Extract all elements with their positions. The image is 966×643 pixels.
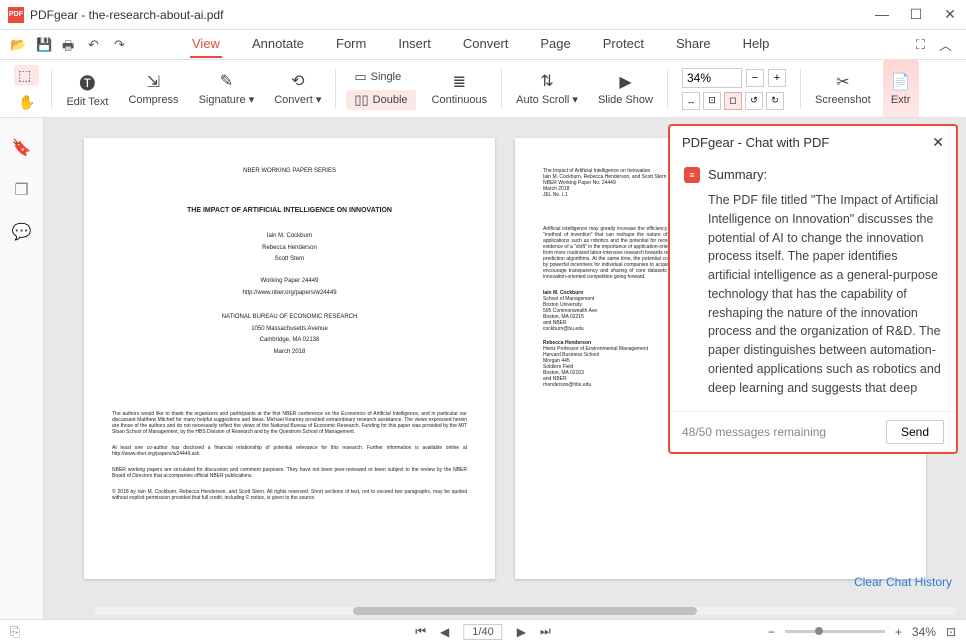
compress-icon: ⇲ bbox=[147, 72, 160, 92]
titlebar: PDF PDFgear - the-research-about-ai.pdf … bbox=[0, 0, 966, 30]
zoom-in-button[interactable]: + bbox=[768, 69, 786, 87]
status-fit-icon[interactable]: ⊡ bbox=[946, 625, 956, 639]
tab-share[interactable]: Share bbox=[674, 31, 713, 58]
chat-title: PDFgear - Chat with PDF bbox=[682, 135, 829, 150]
chat-panel: PDFgear - Chat with PDF ✕ ≡ Summary: The… bbox=[668, 124, 958, 454]
print-icon[interactable]: 🖶 bbox=[62, 37, 78, 53]
window-title: PDFgear - the-research-about-ai.pdf bbox=[30, 8, 874, 22]
continuous-icon: ≣ bbox=[453, 72, 466, 92]
zoom-slider[interactable] bbox=[785, 630, 885, 633]
undo-icon[interactable]: ↶ bbox=[88, 37, 104, 53]
extract-button[interactable]: 📄 Extr bbox=[883, 60, 919, 117]
chat-close-icon[interactable]: ✕ bbox=[932, 134, 944, 151]
comments-icon[interactable]: 💬 bbox=[12, 222, 32, 242]
status-zoom-in-icon[interactable]: + bbox=[895, 625, 902, 639]
page-1: NBER WORKING PAPER SERIES THE IMPACT OF … bbox=[84, 138, 495, 579]
page-number[interactable]: 1/40 bbox=[463, 624, 502, 640]
messages-remaining: 48/50 messages remaining bbox=[682, 425, 826, 439]
status-zoom-value: 34% bbox=[912, 625, 936, 639]
next-page-icon[interactable]: ▶ bbox=[517, 625, 526, 639]
tab-form[interactable]: Form bbox=[334, 31, 368, 58]
fit-actual-icon[interactable]: ◻ bbox=[724, 92, 742, 110]
horizontal-scrollbar[interactable] bbox=[94, 607, 956, 615]
single-icon: ▭ bbox=[354, 69, 366, 85]
bookmark-icon[interactable]: 🔖 bbox=[12, 138, 32, 158]
continuous-button[interactable]: ≣ Continuous bbox=[424, 60, 496, 117]
summary-label: Summary: bbox=[708, 167, 767, 182]
last-page-icon[interactable]: ⏭ bbox=[540, 624, 551, 639]
screenshot-icon: ✂ bbox=[836, 72, 849, 92]
fullscreen-icon[interactable]: ⛶ bbox=[916, 37, 925, 53]
tab-page[interactable]: Page bbox=[538, 31, 572, 58]
tab-convert[interactable]: Convert bbox=[461, 31, 511, 58]
rotate-right-icon[interactable]: ↻ bbox=[766, 92, 784, 110]
zoom-out-button[interactable]: − bbox=[746, 69, 764, 87]
workspace: 🔖 ❐ 💬 NBER WORKING PAPER SERIES THE IMPA… bbox=[0, 118, 966, 619]
zoom-input[interactable] bbox=[682, 68, 742, 88]
summary-icon: ≡ bbox=[684, 167, 700, 183]
slide-show-icon: ▶ bbox=[619, 72, 631, 92]
edit-text-icon: 🅣 bbox=[79, 70, 95, 94]
extract-icon: 📄 bbox=[891, 72, 911, 92]
minimize-button[interactable]: — bbox=[874, 6, 890, 23]
maximize-button[interactable]: ☐ bbox=[908, 6, 924, 23]
first-page-icon[interactable]: ⏮ bbox=[415, 624, 426, 639]
double-view-button[interactable]: ▯▯Double bbox=[346, 90, 415, 110]
auto-scroll-button[interactable]: ⇅ Auto Scroll ▾ bbox=[508, 60, 586, 117]
status-zoom-out-icon[interactable]: − bbox=[768, 625, 775, 639]
summary-text: The PDF file titled "The Impact of Artif… bbox=[684, 191, 942, 397]
double-icon: ▯▯ bbox=[354, 92, 368, 108]
thumbnails-icon[interactable]: ❐ bbox=[14, 180, 28, 200]
convert-icon: ⟲ bbox=[291, 71, 304, 91]
tab-protect[interactable]: Protect bbox=[601, 31, 646, 58]
convert-button[interactable]: ⟲ Convert ▾ bbox=[266, 60, 329, 117]
tab-annotate[interactable]: Annotate bbox=[250, 31, 306, 58]
edit-text-button[interactable]: 🅣 Edit Text bbox=[58, 60, 116, 117]
compress-button[interactable]: ⇲ Compress bbox=[120, 60, 186, 117]
open-icon[interactable]: 📂 bbox=[10, 37, 26, 53]
collapse-ribbon-icon[interactable]: ︿ bbox=[939, 35, 952, 54]
send-button[interactable]: Send bbox=[886, 420, 944, 444]
signature-button[interactable]: ✎ Signature ▾ bbox=[191, 60, 263, 117]
tab-view[interactable]: View bbox=[190, 31, 222, 58]
fit-width-icon[interactable]: ↔ bbox=[682, 92, 700, 110]
auto-scroll-icon: ⇅ bbox=[540, 71, 553, 91]
select-tool-icon[interactable]: ⬚ bbox=[14, 65, 39, 86]
statusbar: ⎘ ⏮ ◀ 1/40 ▶ ⏭ − + 34% ⊡ bbox=[0, 619, 966, 643]
hand-tool-icon[interactable]: ✋ bbox=[14, 92, 39, 113]
rotate-left-icon[interactable]: ↺ bbox=[745, 92, 763, 110]
save-icon[interactable]: 💾 bbox=[36, 37, 52, 53]
redo-icon[interactable]: ↷ bbox=[114, 37, 130, 53]
clear-chat-history-link[interactable]: Clear Chat History bbox=[854, 575, 952, 589]
tab-insert[interactable]: Insert bbox=[396, 31, 433, 58]
ribbon: ⬚ ✋ 🅣 Edit Text ⇲ Compress ✎ Signature ▾… bbox=[0, 60, 966, 118]
document-canvas[interactable]: NBER WORKING PAPER SERIES THE IMPACT OF … bbox=[44, 118, 966, 619]
close-button[interactable]: ✕ bbox=[942, 6, 958, 23]
screenshot-button[interactable]: ✂ Screenshot bbox=[807, 60, 879, 117]
prev-page-icon[interactable]: ◀ bbox=[440, 625, 449, 639]
slide-show-button[interactable]: ▶ Slide Show bbox=[590, 60, 661, 117]
fit-page-icon[interactable]: ⊡ bbox=[703, 92, 721, 110]
left-rail: 🔖 ❐ 💬 bbox=[0, 118, 44, 619]
tab-help[interactable]: Help bbox=[741, 31, 772, 58]
single-view-button[interactable]: ▭Single bbox=[346, 67, 415, 87]
main-tabs: View Annotate Form Insert Convert Page P… bbox=[190, 31, 916, 58]
status-left-icon[interactable]: ⎘ bbox=[10, 624, 20, 640]
quickbar: 📂 💾 🖶 ↶ ↷ View Annotate Form Insert Conv… bbox=[0, 30, 966, 60]
app-logo: PDF bbox=[8, 7, 24, 23]
signature-icon: ✎ bbox=[220, 71, 233, 91]
